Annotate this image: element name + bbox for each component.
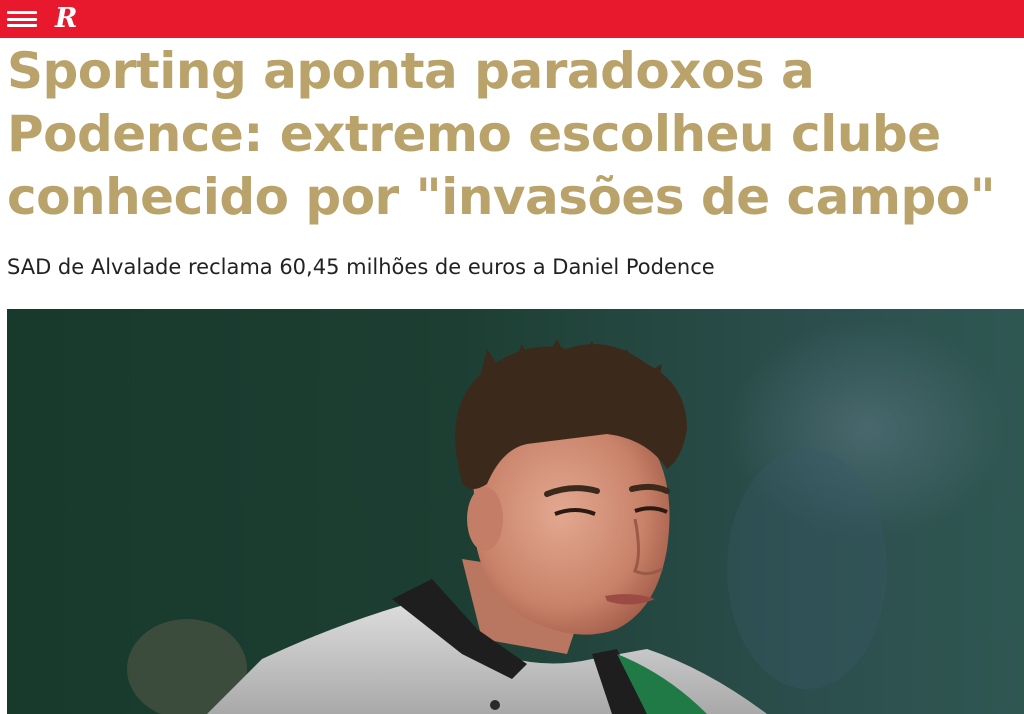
site-logo[interactable]: R bbox=[55, 0, 77, 38]
article-subtitle: SAD de Alvalade reclama 60,45 milhões de… bbox=[7, 255, 715, 279]
player-photo-illustration bbox=[7, 309, 1024, 714]
article-photo[interactable] bbox=[7, 309, 1024, 714]
hamburger-menu-icon[interactable] bbox=[7, 8, 37, 30]
top-bar: R bbox=[0, 0, 1024, 38]
article-headline: Sporting aponta paradoxos a Podence: ext… bbox=[7, 42, 996, 226]
